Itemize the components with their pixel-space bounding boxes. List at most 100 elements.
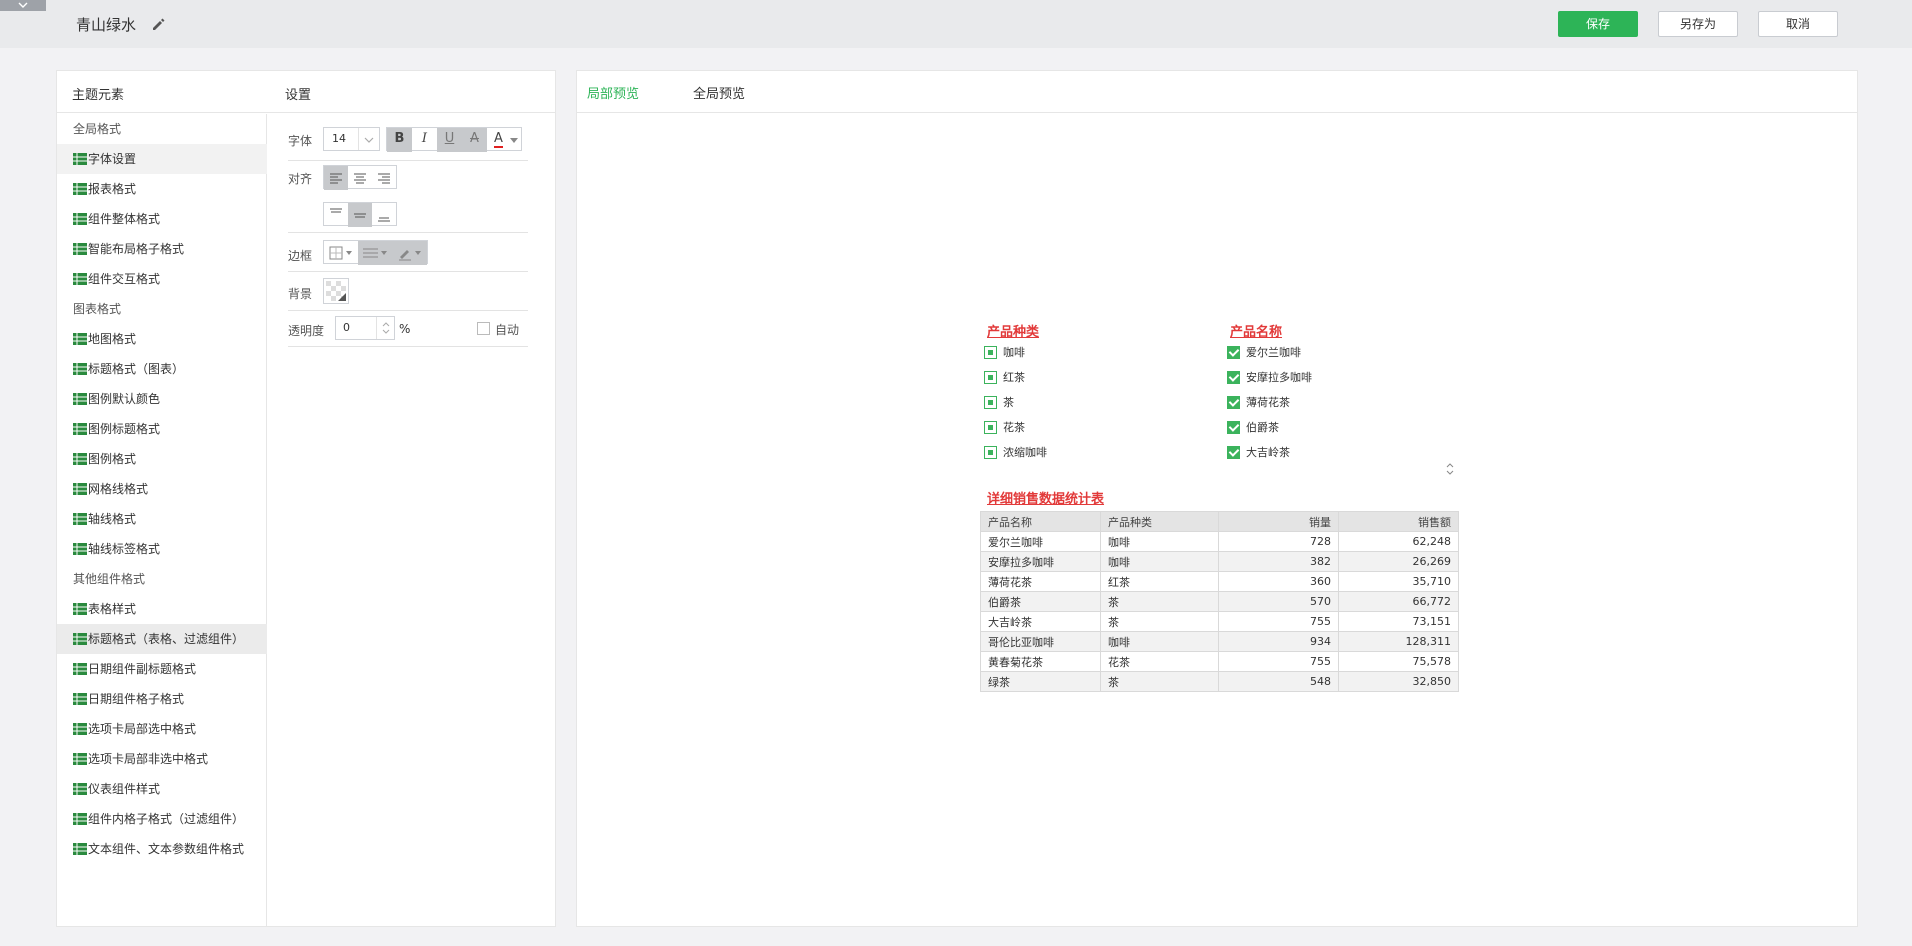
- tab-global-preview[interactable]: 全局预览: [693, 83, 745, 102]
- tree-item[interactable]: 文本组件、文本参数组件格式: [57, 834, 267, 864]
- collapse-toggle-button[interactable]: [0, 0, 46, 11]
- font-size-select[interactable]: 14: [323, 127, 380, 151]
- font-style-toolbar: B I U A A: [386, 127, 522, 152]
- align-right-button[interactable]: [372, 166, 396, 190]
- tree-group-header[interactable]: 其他组件格式: [57, 564, 267, 594]
- tree-group-header[interactable]: 全局格式: [57, 114, 267, 144]
- sales-table: 产品名称 产品种类 销量 销售额 爱尔兰咖啡 咖啡 728 62,248 安摩拉多咖啡咖…: [980, 511, 1459, 692]
- italic-button[interactable]: I: [412, 128, 437, 152]
- tree-item[interactable]: 网格线格式: [57, 474, 267, 504]
- name-option[interactable]: 爱尔兰咖啡: [1227, 345, 1301, 361]
- category-option[interactable]: 花茶: [984, 420, 1025, 436]
- chevron-down-icon: [364, 137, 374, 143]
- save-as-button[interactable]: 另存为: [1658, 11, 1738, 37]
- tab-local-preview[interactable]: 局部预览: [587, 83, 639, 102]
- opacity-stepper[interactable]: 0: [335, 316, 395, 340]
- table-header-row: 产品名称 产品种类 销量 销售额: [980, 511, 1459, 532]
- table-cell: 绿茶: [980, 671, 1101, 692]
- align-center-button[interactable]: [348, 166, 372, 190]
- transparent-swatch-icon: [326, 281, 346, 301]
- category-option[interactable]: 茶: [984, 395, 1014, 411]
- align-top-button[interactable]: [324, 203, 348, 227]
- tree-item[interactable]: 选项卡局部非选中格式: [57, 744, 267, 774]
- tree-item[interactable]: 报表格式: [57, 174, 267, 204]
- tree-item-label: 标题格式（图表）: [88, 362, 185, 376]
- tree-item[interactable]: 仪表组件样式: [57, 774, 267, 804]
- tree-item[interactable]: 表格样式: [57, 594, 267, 624]
- scroll-arrows-icon[interactable]: [1445, 461, 1455, 477]
- tree-item[interactable]: 组件内格子格式（过滤组件）: [57, 804, 267, 834]
- tree-item[interactable]: 选项卡局部选中格式: [57, 714, 267, 744]
- checkbox[interactable]: [1227, 420, 1240, 434]
- border-style-button[interactable]: [324, 241, 358, 265]
- strikethrough-button[interactable]: A: [462, 128, 487, 152]
- tree-item[interactable]: 轴线标签格式: [57, 534, 267, 564]
- tree-group-header[interactable]: 图表格式: [57, 294, 267, 324]
- tree-item[interactable]: 组件整体格式: [57, 204, 267, 234]
- font-label: 字体: [288, 134, 313, 148]
- tree-item-label: 组件整体格式: [88, 212, 161, 226]
- edit-title-icon[interactable]: [150, 16, 166, 32]
- align-middle-button[interactable]: [348, 203, 372, 227]
- category-option[interactable]: 红茶: [984, 370, 1025, 386]
- checkbox[interactable]: [1227, 345, 1240, 359]
- align-right-icon: [378, 173, 390, 184]
- auto-checkbox[interactable]: [477, 322, 490, 335]
- name-option[interactable]: 大吉岭茶: [1227, 445, 1290, 461]
- tree-item[interactable]: 日期组件副标题格式: [57, 654, 267, 684]
- border-color-button[interactable]: [393, 241, 427, 265]
- tree-item-label: 文本组件、文本参数组件格式: [88, 842, 245, 856]
- align-bottom-button[interactable]: [372, 203, 396, 227]
- checkbox[interactable]: [1227, 370, 1240, 384]
- stepper-arrows-icon[interactable]: [380, 320, 392, 336]
- tree-item-label: 地图格式: [88, 332, 137, 346]
- tree-item[interactable]: 地图格式: [57, 324, 267, 354]
- table-element-icon: [73, 752, 87, 765]
- tree-item[interactable]: 标题格式（图表）: [57, 354, 267, 384]
- align-left-button[interactable]: [324, 166, 348, 190]
- preview-tabs: 局部预览 全局预览: [577, 71, 1857, 113]
- name-option[interactable]: 伯爵茶: [1227, 420, 1279, 436]
- settings-header: 设置: [285, 88, 312, 103]
- category-option[interactable]: 浓缩咖啡: [984, 445, 1047, 461]
- tree-item[interactable]: 日期组件格子格式: [57, 684, 267, 714]
- name-option[interactable]: 安摩拉多咖啡: [1227, 370, 1312, 386]
- tree-item[interactable]: 图例格式: [57, 444, 267, 474]
- checkbox[interactable]: [984, 445, 997, 459]
- tree-item[interactable]: 字体设置: [57, 144, 267, 174]
- save-button[interactable]: 保存: [1558, 11, 1638, 37]
- name-option[interactable]: 薄荷花茶: [1227, 395, 1290, 411]
- tree-item[interactable]: 图例默认颜色: [57, 384, 267, 414]
- table-element-icon: [73, 692, 87, 705]
- category-filter-title: 产品种类: [987, 325, 1040, 340]
- tree-item[interactable]: 轴线格式: [57, 504, 267, 534]
- option-label: 浓缩咖啡: [1003, 446, 1047, 459]
- background-color-picker[interactable]: [323, 278, 349, 304]
- checkbox[interactable]: [984, 395, 997, 409]
- tree-item[interactable]: 标题格式（表格、过滤组件）: [57, 624, 267, 654]
- tree-item[interactable]: 组件交互格式: [57, 264, 267, 294]
- option-label: 爱尔兰咖啡: [1246, 346, 1301, 359]
- bold-button[interactable]: B: [387, 128, 412, 152]
- border-line-button[interactable]: [358, 241, 393, 265]
- table-element-icon: [73, 362, 87, 375]
- checkbox[interactable]: [1227, 445, 1240, 459]
- line-style-icon: [363, 248, 387, 258]
- elements-header: 主题元素: [72, 88, 125, 103]
- checkbox[interactable]: [984, 345, 997, 359]
- tree-item[interactable]: 智能布局格子格式: [57, 234, 267, 264]
- table-cell: 伯爵茶: [980, 591, 1101, 612]
- checkbox[interactable]: [984, 420, 997, 434]
- option-label: 大吉岭茶: [1246, 446, 1290, 459]
- category-option[interactable]: 咖啡: [984, 345, 1025, 361]
- checkbox[interactable]: [984, 370, 997, 384]
- option-label: 伯爵茶: [1246, 421, 1279, 434]
- checkbox[interactable]: [1227, 395, 1240, 409]
- tree-item[interactable]: 图例标题格式: [57, 414, 267, 444]
- table-element-icon: [73, 182, 87, 195]
- font-color-button[interactable]: A: [487, 128, 521, 152]
- column-header: 销售额: [1338, 511, 1459, 532]
- cancel-button[interactable]: 取消: [1758, 11, 1838, 37]
- underline-button[interactable]: U: [437, 128, 462, 152]
- tree-item-label: 图表格式: [73, 302, 122, 316]
